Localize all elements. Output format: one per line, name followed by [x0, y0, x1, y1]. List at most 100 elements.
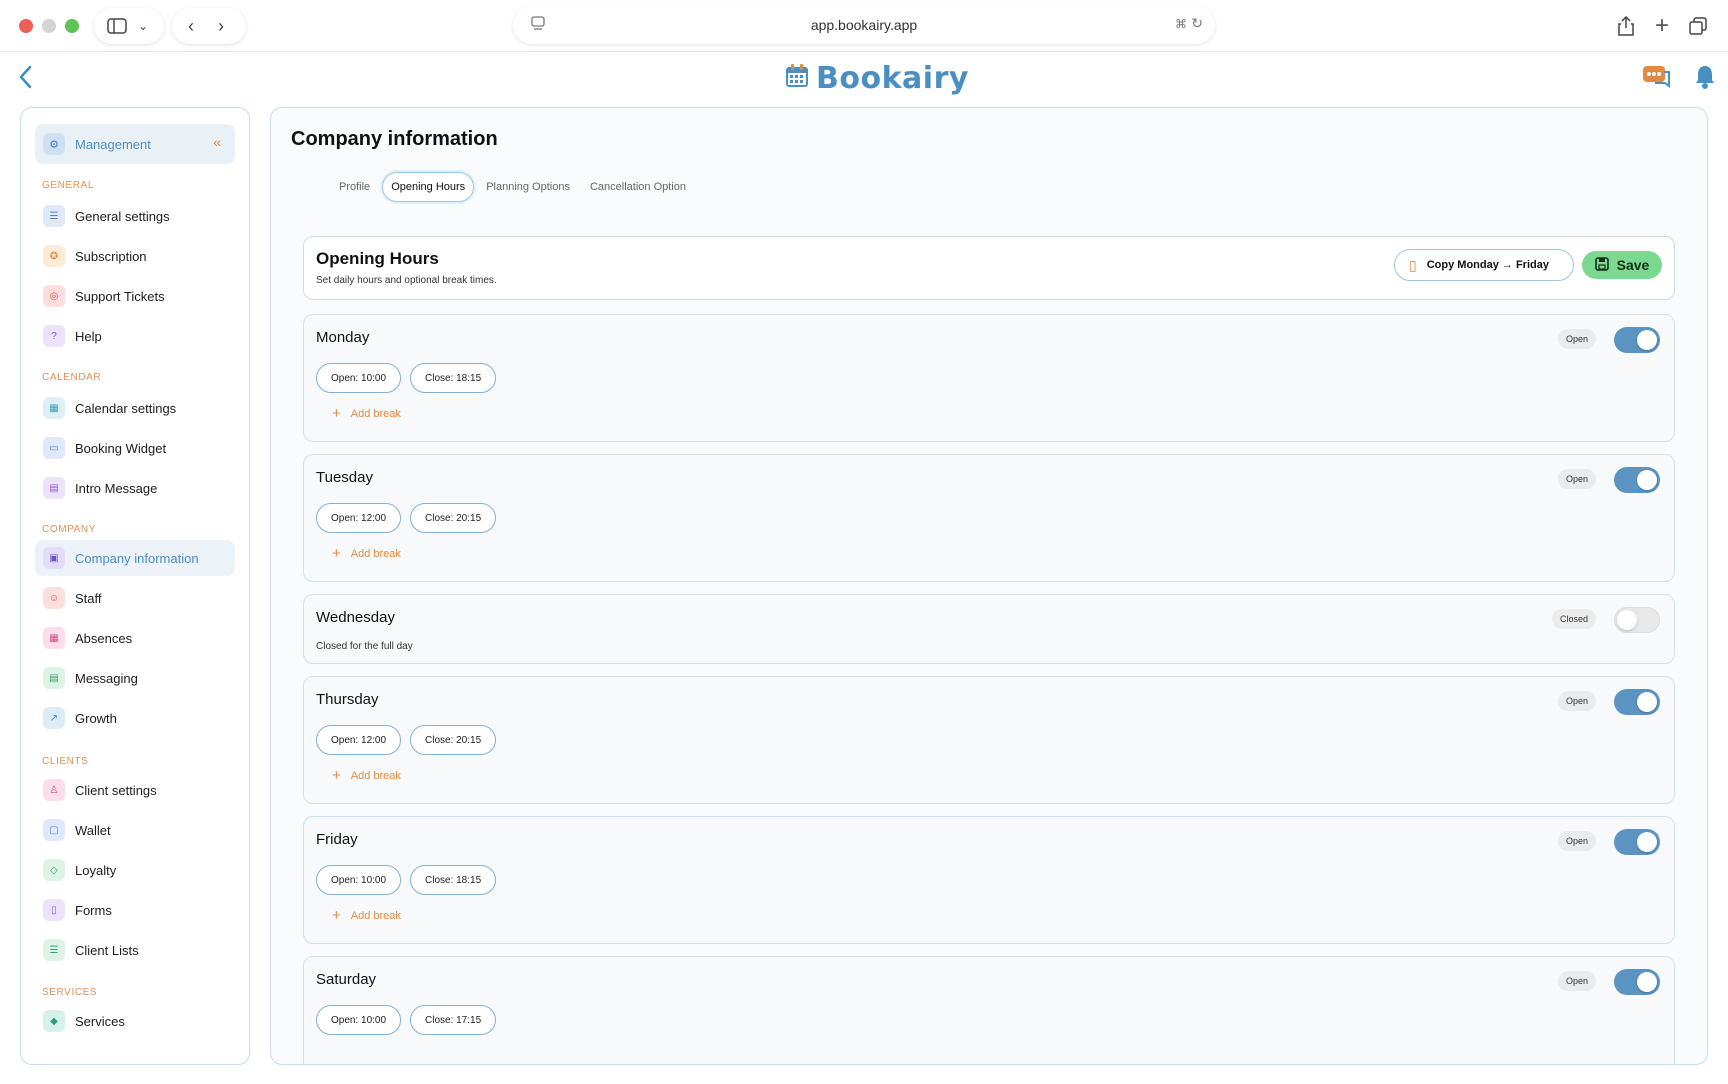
sidebar-item-subscription[interactable]: ✪ Subscription — [35, 238, 235, 274]
trend-icon: ↗ — [43, 707, 65, 729]
building-icon: ▣ — [43, 547, 65, 569]
chat-icon: ▤ — [43, 667, 65, 689]
opening-hours-header-card: Opening Hours Set daily hours and option… — [303, 236, 1675, 300]
day-name: Friday — [316, 831, 358, 848]
sidebar-item-label: Calendar settings — [75, 400, 177, 416]
close-window-button[interactable] — [19, 19, 33, 33]
form-icon: ▯ — [43, 899, 65, 921]
add-break-button[interactable]: + Add break — [332, 545, 401, 562]
notification-bell-icon[interactable] — [1690, 62, 1720, 92]
tab-cancellation-option[interactable]: Cancellation Option — [582, 173, 694, 201]
close-time-pill[interactable]: Close: 18:15 — [410, 363, 497, 393]
tabs-overview-icon[interactable] — [1686, 14, 1710, 38]
sidebar-item-client-settings[interactable]: ♙ Client settings — [35, 772, 235, 808]
add-break-button[interactable]: + Add break — [332, 405, 401, 422]
back-icon[interactable]: ‹ — [188, 16, 194, 37]
day-open-toggle[interactable] — [1614, 969, 1660, 995]
open-time-pill[interactable]: Open: 10:00 — [316, 1005, 402, 1035]
sidebar-item-label: Client Lists — [75, 942, 139, 958]
day-name: Saturday — [316, 971, 377, 988]
page-menu-icon[interactable] — [531, 16, 545, 35]
tab-opening-hours[interactable]: Opening Hours — [382, 172, 475, 202]
sidebar-item-label: Company information — [75, 550, 199, 566]
open-time-pill[interactable]: Open: 12:00 — [316, 503, 402, 533]
sidebar-item-intro-message[interactable]: ▤ Intro Message — [35, 470, 235, 506]
chevron-down-icon[interactable]: ⌄ — [138, 19, 148, 33]
sidebar-item-general-settings[interactable]: ☰ General settings — [35, 198, 235, 234]
day-card-friday: Friday Open Open: 10:00 Close: 18:15 + A… — [303, 816, 1675, 944]
open-time-pill[interactable]: Open: 12:00 — [316, 725, 402, 755]
save-button-label: Save — [1616, 257, 1650, 273]
widget-icon: ▭ — [43, 437, 65, 459]
reload-icon[interactable]: ↻ — [1191, 15, 1203, 32]
sidebar-item-company-information[interactable]: ▣ Company information — [35, 540, 235, 576]
sidebar-toggle-group: ⌄ — [94, 8, 164, 44]
save-button[interactable]: Save — [1582, 251, 1662, 279]
sidebar-item-forms[interactable]: ▯ Forms — [35, 892, 235, 928]
day-open-toggle[interactable] — [1614, 689, 1660, 715]
add-break-label: Add break — [350, 769, 401, 782]
open-time-pill[interactable]: Open: 10:00 — [316, 865, 402, 895]
status-badge: Open — [1557, 691, 1596, 711]
plus-icon: + — [332, 545, 341, 562]
minimize-window-button[interactable] — [42, 19, 56, 33]
day-name: Thursday — [316, 691, 379, 708]
status-badge: Open — [1557, 831, 1596, 851]
new-tab-icon[interactable]: + — [1650, 12, 1674, 39]
close-time-pill[interactable]: Close: 20:15 — [410, 725, 497, 755]
status-badge: Open — [1557, 329, 1596, 349]
section-label-clients: CLIENTS — [42, 756, 89, 767]
translate-icon[interactable]: ⌘ — [1175, 17, 1187, 31]
add-break-button[interactable]: + Add break — [332, 907, 401, 924]
management-header[interactable]: ⚙ Management « — [35, 124, 235, 164]
sidebar-item-loyalty[interactable]: ◇ Loyalty — [35, 852, 235, 888]
add-break-label: Add break — [350, 407, 401, 420]
day-card-wednesday: Wednesday Closed Closed for the full day — [303, 594, 1675, 664]
zoom-window-button[interactable] — [65, 19, 79, 33]
close-time-pill[interactable]: Close: 17:15 — [410, 1005, 497, 1035]
logo[interactable]: Bookairy — [784, 59, 969, 97]
list-icon: ☰ — [43, 939, 65, 961]
sidebar-item-calendar-settings[interactable]: ▦ Calendar settings — [35, 390, 235, 426]
address-bar[interactable]: app.bookairy.app ⌘ ↻ — [513, 6, 1215, 44]
sidebar-item-booking-widget[interactable]: ▭ Booking Widget — [35, 430, 235, 466]
sidebar-item-support-tickets[interactable]: ◎ Support Tickets — [35, 278, 235, 314]
day-open-toggle[interactable] — [1614, 327, 1660, 353]
opening-hours-subtitle: Set daily hours and optional break times… — [316, 275, 497, 286]
settings-sidebar: ⚙ Management « GENERAL ☰ General setting… — [20, 107, 250, 1065]
sidebar-item-client-lists[interactable]: ☰ Client Lists — [35, 932, 235, 968]
share-icon[interactable] — [1614, 14, 1638, 38]
user-icon: ♙ — [43, 779, 65, 801]
copy-icon: ▯ — [1409, 256, 1417, 273]
open-time-pill[interactable]: Open: 10:00 — [316, 363, 402, 393]
back-arrow-icon[interactable] — [18, 62, 42, 92]
wallet-icon: ▢ — [43, 819, 65, 841]
sidebar-item-messaging[interactable]: ▤ Messaging — [35, 660, 235, 696]
chat-support-icon[interactable] — [1642, 62, 1672, 92]
sidebar-toggle-icon[interactable] — [106, 15, 128, 37]
add-break-button[interactable]: + Add break — [332, 767, 401, 784]
forward-icon[interactable]: › — [218, 16, 224, 37]
day-open-toggle[interactable] — [1614, 467, 1660, 493]
section-label-services: SERVICES — [42, 987, 98, 998]
sidebar-item-label: Help — [75, 328, 102, 344]
close-time-pill[interactable]: Close: 18:15 — [410, 865, 497, 895]
sidebar-item-growth[interactable]: ↗ Growth — [35, 700, 235, 736]
message-icon: ▤ — [43, 477, 65, 499]
add-break-label: Add break — [350, 909, 401, 922]
tab-profile[interactable]: Profile — [331, 173, 378, 201]
copy-monday-friday-button[interactable]: ▯ Copy Monday → Friday — [1394, 249, 1574, 281]
sidebar-item-label: Growth — [75, 710, 117, 726]
plus-icon: + — [332, 907, 341, 924]
sidebar-item-help[interactable]: ? Help — [35, 318, 235, 354]
sidebar-item-staff[interactable]: ☺ Staff — [35, 580, 235, 616]
close-time-pill[interactable]: Close: 20:15 — [410, 503, 497, 533]
collapse-sidebar-icon[interactable]: « — [213, 134, 221, 150]
tab-planning-options[interactable]: Planning Options — [478, 173, 578, 201]
sidebar-item-wallet[interactable]: ▢ Wallet — [35, 812, 235, 848]
sidebar-item-services[interactable]: ◆ Services — [35, 1003, 235, 1039]
day-open-toggle[interactable] — [1614, 607, 1660, 633]
day-open-toggle[interactable] — [1614, 829, 1660, 855]
sidebar-item-absences[interactable]: ▦ Absences — [35, 620, 235, 656]
calendar-icon: ▦ — [43, 397, 65, 419]
